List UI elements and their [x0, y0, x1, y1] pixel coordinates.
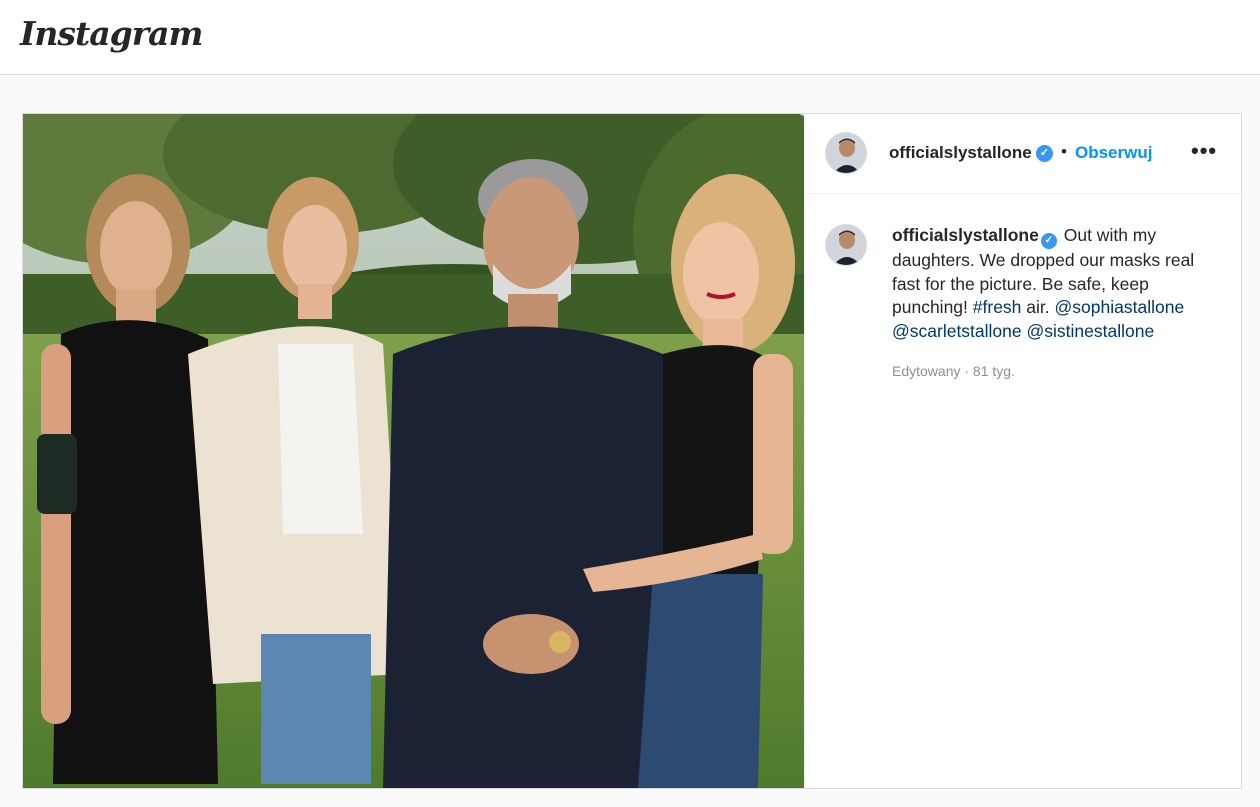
post-sidebar: officialslystallone ✓ • Obserwuj ••• off… [804, 114, 1242, 788]
avatar-portrait-icon [826, 133, 866, 173]
header-separator: • [1061, 142, 1067, 161]
post-header: officialslystallone ✓ • Obserwuj ••• [805, 114, 1242, 194]
top-navigation-bar: Instagram [0, 0, 1260, 75]
author-avatar[interactable] [825, 132, 867, 174]
mention-link-scarlet[interactable]: @scarletstallone [892, 321, 1022, 341]
caption-author-avatar[interactable] [825, 224, 867, 266]
post-caption: officialslystallone ✓ Out with my daughte… [892, 224, 1222, 343]
instagram-logo[interactable]: Instagram [20, 14, 203, 53]
author-username[interactable]: officialslystallone [889, 143, 1032, 163]
more-options-icon[interactable]: ••• [1191, 138, 1217, 164]
caption-text-end: air. [1026, 297, 1050, 317]
caption-username[interactable]: officialslystallone [892, 225, 1039, 245]
follow-button[interactable]: Obserwuj [1075, 143, 1152, 163]
mention-link-sophia[interactable]: @sophiastallone [1055, 297, 1185, 317]
hashtag-link[interactable]: #fresh [973, 297, 1022, 317]
mention-link-sistine[interactable]: @sistinestallone [1027, 321, 1155, 341]
avatar-portrait-icon [826, 225, 866, 265]
post-card: officialslystallone ✓ • Obserwuj ••• off… [22, 113, 1242, 789]
post-timestamp: Edytowany · 81 tyg. [892, 363, 1015, 379]
post-photo[interactable] [23, 114, 804, 788]
photo-illustration [23, 114, 804, 788]
verified-badge-icon: ✓ [1040, 233, 1057, 249]
verified-badge-icon: ✓ [1036, 145, 1053, 162]
